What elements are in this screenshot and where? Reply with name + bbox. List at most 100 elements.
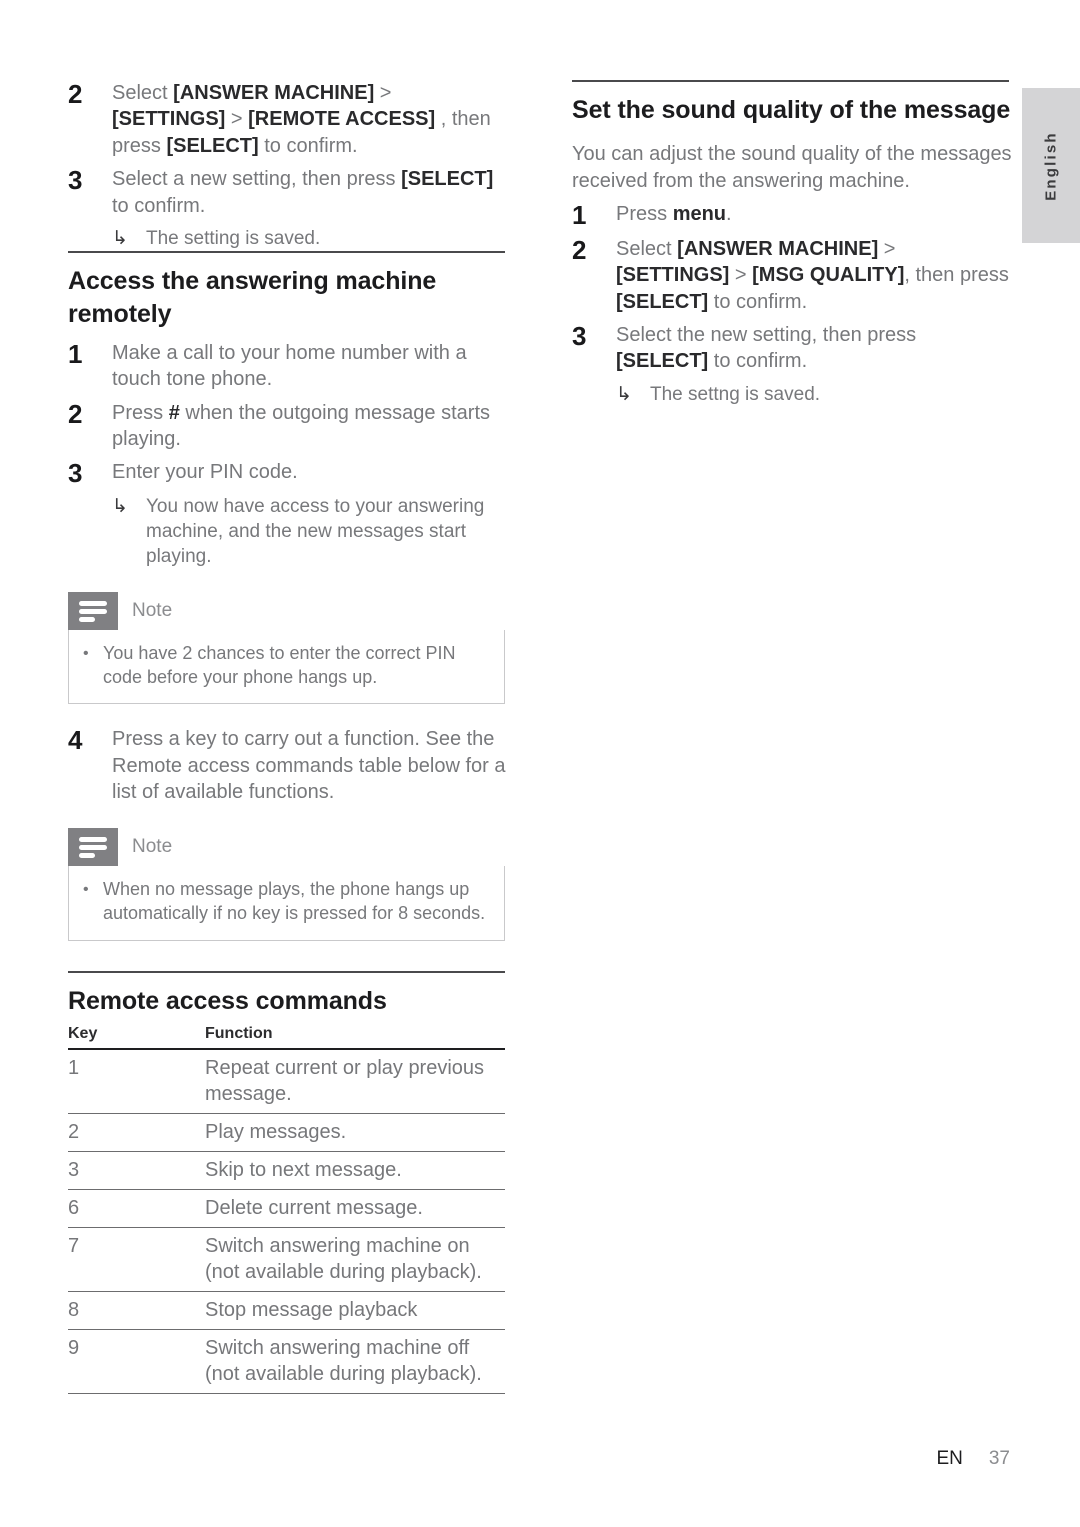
- note-box-hangup-timeout: Note • When no message plays, the phone …: [68, 827, 505, 941]
- result-arrow-icon: ↳: [112, 495, 128, 517]
- note-header: Note: [68, 591, 505, 630]
- table-row: 2 Play messages.: [68, 1113, 505, 1152]
- bullet-icon: •: [83, 880, 89, 898]
- language-tab-label: English: [1042, 130, 1060, 201]
- table-cell-function: Delete current message.: [205, 1189, 505, 1228]
- result-arrow-icon: ↳: [616, 383, 632, 405]
- step-text-emphasis: [SETTINGS]: [616, 264, 730, 287]
- note-header: Note: [68, 827, 505, 866]
- step-number: 2: [68, 79, 83, 109]
- step-text-emphasis: [SETTINGS]: [112, 108, 226, 131]
- step-number: 1: [572, 200, 587, 231]
- table-cell-function: Stop message playback: [205, 1291, 505, 1330]
- note-title: Note: [132, 835, 173, 857]
- step-text: Press a key to carry out a function. See…: [112, 726, 508, 805]
- section-heading-access-remotely: Access the answering machine remotely: [68, 267, 437, 329]
- step-result: ↳ The settng is saved.: [616, 382, 1012, 407]
- step-text-emphasis: [REMOTE ACCESS]: [248, 108, 436, 131]
- step-text: Make a call to your home number with a t…: [112, 340, 508, 393]
- manual-page: English 2 Select [ANSWER MACHINE] > [SETT…: [0, 0, 1080, 1527]
- section-heading-remote-access-commands: Remote access commands: [68, 986, 387, 1015]
- table-column-header-function: Function: [205, 1019, 505, 1050]
- result-text: You now have access to your answering ma…: [146, 495, 485, 568]
- section-divider-rule: [572, 80, 1009, 82]
- step-text-run: Select: [112, 82, 174, 104]
- note-list-item: • When no message plays, the phone hangs…: [83, 878, 490, 926]
- table-section-divider-rule: [68, 970, 505, 973]
- note-lines-icon: [68, 591, 118, 630]
- note-body: • When no message plays, the phone hangs…: [68, 865, 505, 941]
- intro-paragraph: You can adjust the sound quality of the …: [572, 143, 1012, 193]
- note-box-pin-chances: Note • You have 2 chances to enter the c…: [68, 591, 505, 705]
- table-cell-function: Play messages.: [205, 1113, 505, 1152]
- note-list-item: • You have 2 chances to enter the correc…: [83, 642, 490, 690]
- step-text-emphasis: [SELECT]: [616, 290, 709, 313]
- note-lines-icon: [68, 827, 118, 866]
- step-text-emphasis: [ANSWER MACHINE]: [677, 237, 879, 260]
- table-row: 3 Skip to next message.: [68, 1151, 505, 1190]
- step-text-run: >: [729, 264, 753, 287]
- step-text-emphasis: [SELECT]: [401, 168, 494, 191]
- note-item-text: When no message plays, the phone hangs u…: [103, 878, 486, 923]
- step-result: ↳ The setting is saved.: [112, 226, 508, 251]
- step-number: 4: [68, 725, 83, 756]
- continued-steps-list: 2 Select [ANSWER MACHINE] > [SETTINGS] > …: [68, 80, 508, 251]
- language-tab: English: [1022, 88, 1080, 243]
- result-text: The setting is saved.: [146, 227, 321, 249]
- result-arrow-icon: ↳: [112, 227, 128, 249]
- step-text: Press menu.: [616, 201, 1012, 227]
- bullet-icon: •: [83, 644, 89, 662]
- numbered-step: 1 Make a call to your home number with a …: [68, 340, 508, 393]
- numbered-step: 1 Press menu.: [572, 201, 1012, 229]
- right-column: Set the sound quality of the message You…: [572, 80, 1012, 407]
- section-heading-sound-quality: Set the sound quality of the message: [572, 96, 1011, 124]
- step-text: Press # when the outgoing message starts…: [112, 400, 508, 453]
- step-text: Select [ANSWER MACHINE] > [SETTINGS] > […: [616, 236, 1012, 315]
- numbered-step: 3 Select a new setting, then press [SELEC…: [68, 166, 508, 219]
- table-cell-key: 3: [68, 1151, 205, 1190]
- table-cell-function: Switch answering machine on (not availab…: [205, 1227, 505, 1292]
- table-cell-key: 9: [68, 1329, 205, 1394]
- access-remotely-steps-list: 1 Make a call to your home number with a …: [68, 340, 508, 570]
- step-text-run: Press a key to carry out a function. See…: [112, 728, 506, 804]
- table-cell-function: Skip to next message.: [205, 1151, 505, 1190]
- table-row: 1 Repeat current or play previous message…: [68, 1048, 505, 1114]
- step-text-run: Press: [112, 401, 169, 424]
- step-text-emphasis: [SELECT]: [166, 134, 259, 157]
- step-text-emphasis: [MSG QUALITY]: [752, 264, 905, 287]
- step-4-list: 4 Press a key to carry out a function. Se…: [68, 726, 508, 805]
- step-text-run: .: [726, 203, 732, 226]
- table-column-header-key: Key: [68, 1019, 205, 1050]
- sound-quality-steps-list: 1 Press menu. 2 Select [ANSWER MACHINE] > […: [572, 201, 1012, 407]
- step-text-run: Select the new setting, then press: [616, 323, 917, 346]
- step-text: Select a new setting, then press [SELECT…: [112, 166, 508, 219]
- step-text-run: to confirm.: [708, 290, 808, 313]
- step-number: 1: [68, 338, 83, 369]
- note-title: Note: [132, 599, 173, 621]
- numbered-step: 2 Select [ANSWER MACHINE] > [SETTINGS] > …: [68, 80, 508, 159]
- step-text-run: Press: [616, 203, 673, 226]
- table-cell-key: 1: [68, 1048, 205, 1114]
- step-text-run: to confirm.: [708, 350, 808, 373]
- remote-access-commands-section: Remote access commands Key Function 1 Rep…: [68, 970, 508, 1394]
- step-text-run: >: [374, 82, 392, 104]
- table-row: 9 Switch answering machine off (not avail…: [68, 1329, 505, 1394]
- step-number: 3: [68, 165, 83, 196]
- step-text: Select [ANSWER MACHINE] > [SETTINGS] > […: [112, 80, 508, 159]
- step-text-run: , then press: [904, 264, 1009, 287]
- step-number: 3: [68, 458, 83, 489]
- table-cell-function: Switch answering machine off (not availa…: [205, 1329, 505, 1394]
- step-text-run: to confirm.: [112, 194, 206, 217]
- left-column: 2 Select [ANSWER MACHINE] > [SETTINGS] > …: [68, 80, 508, 1394]
- step-text-emphasis: [SELECT]: [616, 350, 709, 373]
- result-text: The settng is saved.: [650, 383, 821, 405]
- step-text-emphasis: menu: [672, 203, 727, 226]
- note-body: • You have 2 chances to enter the correc…: [68, 629, 505, 705]
- table-row: 8 Stop message playback: [68, 1291, 505, 1330]
- step-text-run: Make a call to your home number with a t…: [112, 341, 467, 391]
- step-number: 2: [68, 398, 83, 429]
- table-row: 6 Delete current message.: [68, 1189, 505, 1228]
- table-cell-function: Repeat current or play previous message.: [205, 1048, 505, 1114]
- step-text: Enter your PIN code.: [112, 459, 508, 485]
- step-text-run: Enter your PIN code.: [112, 461, 298, 484]
